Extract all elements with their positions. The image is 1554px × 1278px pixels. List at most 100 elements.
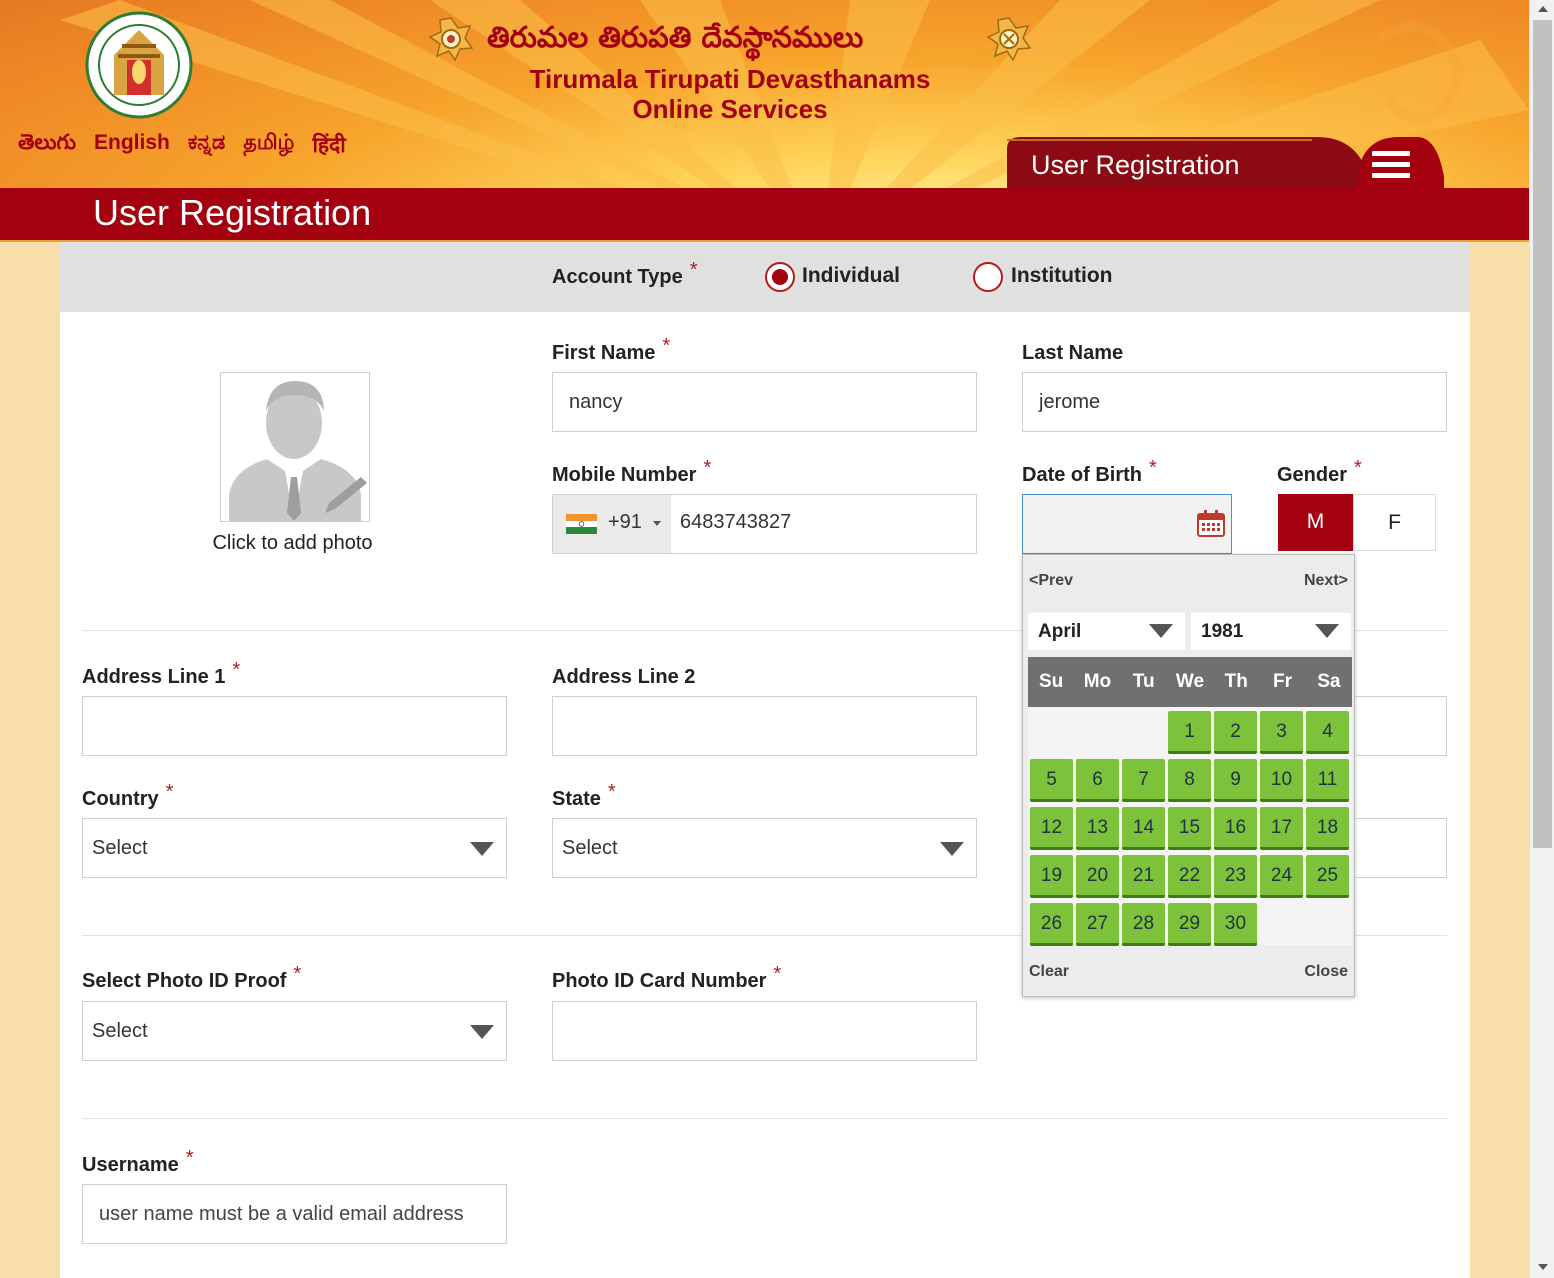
calendar-day[interactable]: 13 [1076, 807, 1119, 850]
calendar-day[interactable]: 21 [1122, 855, 1165, 898]
weekday-fr: Fr [1273, 671, 1293, 692]
year-select[interactable]: 1981 [1191, 613, 1351, 650]
dropdown-arrow-icon [470, 1025, 494, 1039]
radio-individual-label[interactable]: Individual [802, 264, 900, 288]
telugu-title: తిరుమల తిరుపతి దేవస్థానములు [487, 20, 864, 54]
lang-telugu[interactable]: తెలుగు [18, 131, 76, 160]
country-label: Country * [82, 781, 174, 810]
photo-id-number-label: Photo ID Card Number * [552, 963, 782, 992]
first-name-label: First Name * [552, 335, 671, 364]
address2-label: Address Line 2 [552, 666, 696, 688]
calendar-day[interactable]: 9 [1214, 759, 1257, 802]
calendar-day[interactable]: 12 [1030, 807, 1073, 850]
calendar-day[interactable]: 20 [1076, 855, 1119, 898]
calendar-day[interactable]: 24 [1260, 855, 1303, 898]
calendar-day[interactable]: 27 [1076, 903, 1119, 946]
calendar-day[interactable]: 16 [1214, 807, 1257, 850]
photo-id-number-input[interactable] [552, 1001, 977, 1061]
calendar-day[interactable]: 23 [1214, 855, 1257, 898]
photo-id-proof-value: Select [92, 1020, 148, 1042]
scroll-up-arrow-icon[interactable] [1538, 6, 1548, 12]
english-title: Tirumala Tirupati Devasthanams [529, 64, 931, 94]
weekday-tu: Tu [1132, 671, 1155, 692]
gender-male-button[interactable]: M [1278, 494, 1353, 551]
calendar-day[interactable]: 22 [1168, 855, 1211, 898]
month-select[interactable]: April [1028, 613, 1185, 650]
calendar-day[interactable]: 1 [1168, 711, 1211, 754]
calendar-day[interactable]: 18 [1306, 807, 1349, 850]
lang-tamil[interactable]: தமிழ் [243, 131, 294, 160]
mobile-number-input[interactable]: 6483743827 [680, 511, 791, 534]
gender-label: Gender * [1277, 457, 1362, 486]
section-divider [82, 1118, 1447, 1119]
chakra-emblem-icon [986, 17, 1032, 62]
year-select-value: 1981 [1201, 621, 1244, 642]
chevron-down-icon [653, 521, 661, 526]
state-select[interactable]: Select [552, 818, 977, 878]
address1-input[interactable] [82, 696, 507, 756]
country-code-dropdown[interactable]: +91 [553, 495, 671, 553]
scrollbar-thumb[interactable] [1533, 20, 1552, 848]
radio-individual[interactable] [765, 262, 795, 292]
lang-kannada[interactable]: ಕನ್ನಡ [188, 131, 225, 160]
state-label: State * [552, 781, 616, 810]
photo-id-proof-label: Select Photo ID Proof * [82, 963, 302, 992]
calendar-day[interactable]: 11 [1306, 759, 1349, 802]
country-select[interactable]: Select [82, 818, 507, 878]
calendar-day[interactable]: 19 [1030, 855, 1073, 898]
calendar-day[interactable]: 8 [1168, 759, 1211, 802]
calendar-day[interactable]: 14 [1122, 807, 1165, 850]
site-header: తిరుమల తిరుపతి దేవస్థానములు Tirumala Tir… [0, 0, 1529, 188]
username-input[interactable]: user name must be a valid email address [82, 1184, 507, 1244]
scroll-down-arrow-icon[interactable] [1538, 1264, 1548, 1270]
dial-code: +91 [608, 511, 642, 533]
header-tab-user-registration[interactable]: User Registration [1031, 150, 1240, 181]
photo-caption[interactable]: Click to add photo [195, 532, 390, 555]
page-title: User Registration [93, 192, 372, 233]
calendar-icon[interactable] [1196, 508, 1226, 538]
ttd-logo-icon [85, 11, 193, 119]
datepicker-next-button[interactable]: Next> [1304, 572, 1348, 590]
calendar-day[interactable]: 25 [1306, 855, 1349, 898]
calendar-day[interactable]: 6 [1076, 759, 1119, 802]
address2-input[interactable] [552, 696, 977, 756]
calendar-day[interactable]: 26 [1030, 903, 1073, 946]
last-name-input[interactable]: jerome [1022, 372, 1447, 432]
datepicker-close-button[interactable]: Close [1304, 963, 1348, 981]
calendar-day[interactable]: 29 [1168, 903, 1211, 946]
address1-label: Address Line 1 * [82, 659, 241, 688]
calendar-day[interactable]: 5 [1030, 759, 1073, 802]
radio-institution-label[interactable]: Institution [1011, 264, 1112, 288]
vertical-scrollbar[interactable] [1529, 0, 1554, 1278]
calendar-day[interactable]: 4 [1306, 711, 1349, 754]
photo-id-proof-select[interactable]: Select [82, 1001, 507, 1061]
dropdown-arrow-icon [470, 842, 494, 856]
calendar-day[interactable]: 10 [1260, 759, 1303, 802]
datepicker-popup: <Prev Next> April 1981 Su Mo Tu We Th Fr… [1022, 554, 1355, 997]
datepicker-prev-button[interactable]: <Prev [1029, 572, 1073, 590]
lang-hindi[interactable]: हिंदी [312, 131, 345, 160]
lang-english[interactable]: English [94, 131, 170, 160]
shankha-emblem-icon [428, 17, 474, 62]
weekday-mo: Mo [1083, 671, 1112, 692]
weekday-th: Th [1224, 671, 1248, 692]
weekday-header: Su Mo Tu We Th Fr Sa [1028, 657, 1352, 707]
calendar-day[interactable]: 17 [1260, 807, 1303, 850]
weekday-we: We [1175, 671, 1205, 692]
calendar-day[interactable]: 2 [1214, 711, 1257, 754]
calendar-day[interactable]: 30 [1214, 903, 1257, 946]
gender-female-button[interactable]: F [1353, 494, 1436, 551]
online-services-subtitle: Online Services [632, 94, 828, 124]
datepicker-clear-button[interactable]: Clear [1029, 963, 1069, 981]
radio-institution[interactable] [973, 262, 1003, 292]
calendar-day[interactable]: 3 [1260, 711, 1303, 754]
calendar-day[interactable]: 28 [1122, 903, 1165, 946]
photo-upload[interactable] [220, 372, 370, 522]
account-type-label: Account Type * [552, 259, 698, 288]
calendar-day[interactable]: 15 [1168, 807, 1211, 850]
user-avatar-placeholder-icon [229, 381, 367, 521]
hamburger-menu-icon[interactable] [1372, 151, 1410, 181]
calendar-day[interactable]: 7 [1122, 759, 1165, 802]
first-name-input[interactable]: nancy [552, 372, 977, 432]
dropdown-arrow-icon [1149, 624, 1173, 638]
